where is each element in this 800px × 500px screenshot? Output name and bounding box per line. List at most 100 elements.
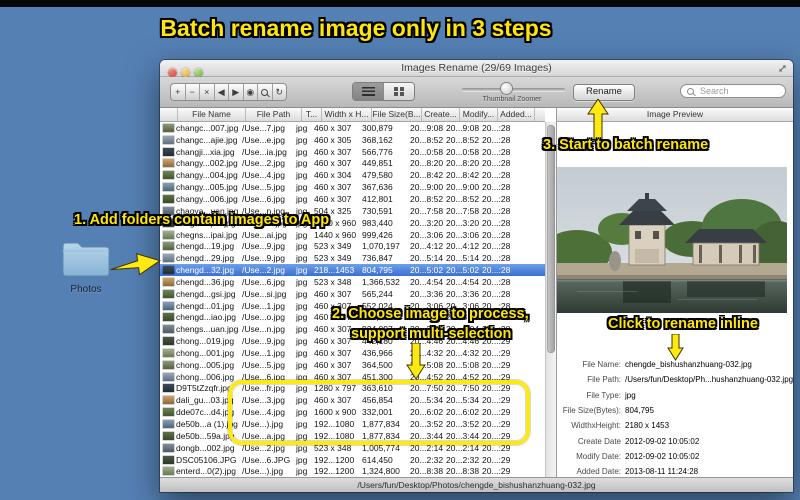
cell-added: 20...:29 — [482, 466, 511, 477]
column-header-7[interactable]: Modify... — [460, 108, 498, 121]
cell-type: jpg — [296, 466, 308, 477]
table-row[interactable]: chengd...36.jpg/Use...6.jpg jpg 523 x 348 1… — [160, 276, 545, 288]
next-button[interactable]: ▶ — [229, 84, 244, 100]
detail-label: File Name: — [582, 360, 621, 369]
column-header-0[interactable] — [160, 108, 178, 121]
list-icon — [361, 87, 375, 96]
table-row[interactable]: changc...ajie.jpg/Use...e.jpg jpg 460 x 30… — [160, 134, 545, 146]
resize-grip-icon[interactable] — [777, 63, 788, 74]
cell-name: chegns...ipai.jpg — [176, 229, 238, 240]
column-header-3[interactable]: T... — [302, 108, 322, 121]
detail-label: Create Date — [577, 436, 621, 446]
cell-created: 20...4:12 — [410, 241, 444, 252]
column-header-4[interactable]: Width x H... — [322, 108, 372, 121]
table-row[interactable]: DSC05106.JPG/Use...6.JPG jpg 192...1200 614… — [160, 454, 545, 466]
search-input[interactable] — [698, 85, 782, 97]
cell-path: /Use...5.jpg — [242, 359, 285, 370]
file-thumbnail-icon — [163, 455, 174, 464]
file-thumbnail-icon — [163, 408, 174, 417]
previous-button[interactable]: ◀ — [215, 84, 229, 100]
zoom-search-button[interactable] — [258, 84, 273, 100]
detail-row: Create Date 2012-09-02 10:05:02 — [557, 437, 790, 446]
table-row[interactable]: changy...002.jpg/Use...2.jpg jpg 460 x 307… — [160, 158, 545, 170]
table-row[interactable]: chengd...19.jpg/Use...9.jpg jpg 523 x 349 1… — [160, 240, 545, 252]
cell-modified: 20...4:12 — [446, 241, 480, 252]
top-black-bar — [0, 0, 800, 7]
cell-created: 20...0:58 — [410, 146, 444, 157]
table-row[interactable]: chengd...32.jpg/Use...2.jpg jpg 218...1453… — [160, 264, 545, 276]
cell-dims: 523 x 349 — [314, 253, 352, 264]
cell-name: DSC05106.JPG — [176, 454, 237, 465]
table-row[interactable]: changy...004.jpg/Use...4.jpg jpg 460 x 304… — [160, 169, 545, 181]
file-thumbnail-icon — [163, 443, 174, 452]
add-icon: + — [175, 86, 181, 97]
cell-path: /Use...6.jpg — [242, 193, 285, 204]
cell-path: /Use...7.jpg — [242, 122, 285, 133]
cell-type: jpg — [296, 276, 308, 287]
preview-eye-button[interactable]: ◉ — [244, 84, 258, 100]
cell-created: 20...3:20 — [410, 217, 444, 228]
annotation-inline-rename: Click to rename inline — [608, 316, 758, 332]
table-scrollbar-thumb[interactable] — [546, 125, 555, 353]
remove-button[interactable]: − — [186, 84, 200, 100]
table-row[interactable]: changy...005.jpg/Use...5.jpg jpg 460 x 307… — [160, 181, 545, 193]
table-row[interactable]: chengd...29.jpg/Use...9.jpg jpg 523 x 349 7… — [160, 252, 545, 264]
thumbnail-zoom-slider-knob[interactable] — [501, 83, 512, 94]
table-row[interactable]: changy...006.jpg/Use...6.jpg jpg 460 x 307… — [160, 193, 545, 205]
column-header-2[interactable]: File Path — [246, 108, 302, 121]
cell-type: jpg — [296, 324, 308, 335]
remove-icon: − — [189, 86, 195, 97]
cell-modified: 20...3:36 — [446, 288, 480, 299]
table-row[interactable]: chegns...ipai.jpg/Use...ai.jpg jpg 1440 x … — [160, 229, 545, 241]
grid-view-button[interactable] — [383, 83, 414, 100]
table-row[interactable]: changc...007.jpg/Use...7.jpg jpg 460 x 307… — [160, 122, 545, 134]
refresh-button[interactable]: ↻ — [273, 84, 287, 100]
file-thumbnail-icon — [163, 254, 174, 263]
table-row[interactable]: chengd...gsi.jpg/Use...si.jpg jpg 460 x 30… — [160, 288, 545, 300]
list-view-button[interactable] — [353, 83, 383, 100]
delete-button[interactable]: × — [200, 84, 215, 100]
cell-type: jpg — [296, 182, 308, 193]
search-field[interactable] — [680, 84, 786, 98]
detail-value[interactable]: chengde_bishushanzhuang-032.jpg — [625, 360, 752, 369]
cell-type: jpg — [296, 454, 308, 465]
cell-path: /Use...ai.jpg — [242, 229, 287, 240]
cell-path: /Use...si.jpg — [242, 288, 287, 299]
detail-value: 2013-08-11 11:24:28 — [625, 467, 699, 477]
add-button[interactable]: + — [171, 84, 186, 100]
detail-value: 2012-09-02 10:05:02 — [625, 436, 700, 446]
column-header-1[interactable]: File Name — [178, 108, 246, 121]
cell-size: 1,366,532 — [362, 276, 400, 287]
folder-icon — [62, 242, 110, 277]
cell-size: 449,851 — [362, 158, 393, 169]
annotation-step1: 1. Add folders contain images to App — [74, 212, 330, 228]
thumbnail-zoom-slider-track[interactable] — [462, 88, 565, 91]
cell-modified: 20...2:32 — [446, 454, 480, 465]
cell-dims: 460 x 307 — [314, 193, 352, 204]
table-row[interactable]: chong...005.jpg/Use...5.jpg jpg 460 x 307 3… — [160, 359, 545, 371]
table-row[interactable]: changji...xia.jpg/Use...ia.jpg jpg 460 x 3… — [160, 146, 545, 158]
table-row[interactable]: enterd...0(2).jpg/Use...).jpg jpg 192...12… — [160, 465, 545, 477]
detail-label: File Type: — [586, 390, 621, 400]
cell-modified: 20...5:08 — [446, 359, 480, 370]
cell-created: 20...5:14 — [410, 253, 444, 264]
photos-folder[interactable]: Photos — [58, 238, 114, 295]
cell-added: 20...:28 — [482, 170, 511, 181]
folder-label: Photos — [70, 284, 102, 295]
file-thumbnail-icon — [163, 277, 174, 286]
cell-modified: 20...4:54 — [446, 276, 480, 287]
table-row[interactable]: chong...001.jpg/Use...1.jpg jpg 460 x 307 4… — [160, 347, 545, 359]
cell-path: /Use...2.jpg — [242, 265, 285, 276]
table-header-row: File Name File Path T... Width x H... File S… — [160, 108, 545, 122]
column-header-6[interactable]: Create... — [422, 108, 460, 121]
cell-created: 20...3:06 — [410, 229, 444, 240]
column-header-8[interactable]: Added... — [498, 108, 535, 121]
detail-row: File Size(Bytes): 804,795 — [557, 406, 790, 415]
cell-modified: 20...7:58 — [446, 205, 480, 216]
cell-path: /Use...e.jpg — [242, 134, 285, 145]
cell-name: chengd...19.jpg — [176, 241, 235, 252]
cell-modified: 20...8:52 — [446, 193, 480, 204]
cell-name: chengd...29.jpg — [176, 253, 235, 264]
file-thumbnail-icon — [163, 372, 174, 381]
column-header-5[interactable]: File Size(B... — [372, 108, 422, 121]
